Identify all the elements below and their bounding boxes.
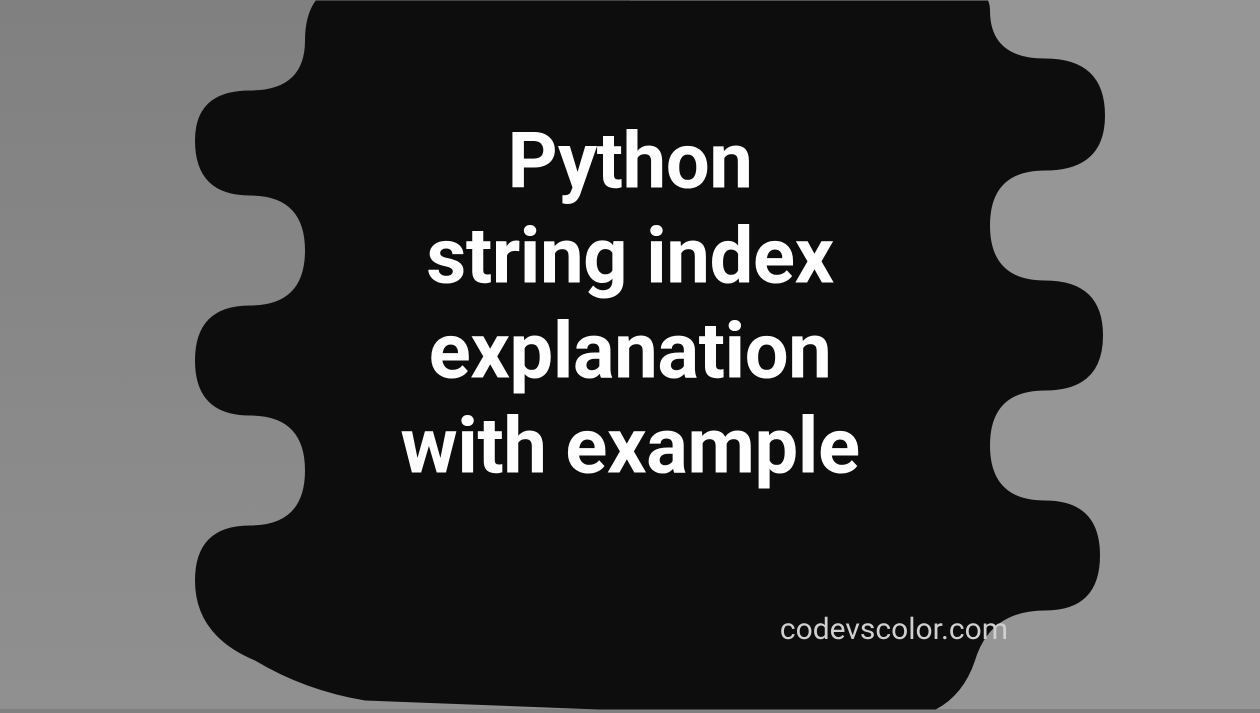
title-line-2: string index (0, 210, 1260, 305)
title-line-1: Python (0, 115, 1260, 210)
main-title: Python string index explanation with exa… (0, 115, 1260, 496)
content-wrapper: Python string index explanation with exa… (0, 115, 1260, 496)
title-line-4: with example (0, 400, 1260, 495)
title-line-3: explanation (0, 305, 1260, 400)
watermark: codevscolor.com (780, 612, 1008, 647)
